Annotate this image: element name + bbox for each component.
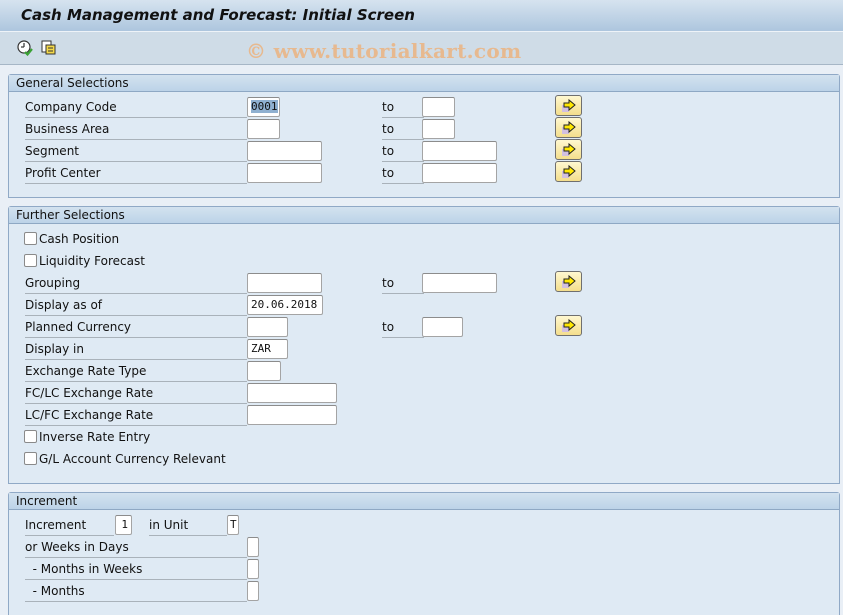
display-in-label: Display in (25, 339, 247, 360)
liquidity-forecast-checkbox[interactable] (24, 254, 37, 267)
increment-label: Increment (25, 515, 114, 536)
company-code-multiple-selection-button[interactable] (555, 95, 582, 116)
business-area-to-input[interactable] (422, 119, 455, 139)
months-input[interactable] (247, 581, 259, 601)
fc-lc-exchange-rate-label: FC/LC Exchange Rate (25, 383, 247, 404)
lc-fc-exchange-rate-input[interactable] (247, 405, 337, 425)
watermark: © www.tutorialkart.com (246, 39, 522, 63)
to-label: to (382, 163, 424, 184)
business-area-from-input[interactable] (247, 119, 280, 139)
grouping-to-input[interactable] (422, 273, 497, 293)
company-code-from-input[interactable]: 0001 (247, 97, 280, 117)
profit-center-label: Profit Center (25, 163, 247, 184)
further-selections-group: Further Selections Cash Position Liquidi… (8, 206, 840, 484)
display-as-of-label: Display as of (25, 295, 247, 316)
liquidity-forecast-label: Liquidity Forecast (39, 254, 145, 268)
grouping-from-input[interactable] (247, 273, 322, 293)
exchange-rate-type-label: Exchange Rate Type (25, 361, 247, 382)
display-in-input[interactable]: ZAR (247, 339, 288, 359)
arrow-right-icon (562, 319, 576, 332)
planned-currency-to-input[interactable] (422, 317, 463, 337)
cash-position-checkbox[interactable] (24, 232, 37, 245)
business-area-label: Business Area (25, 119, 247, 140)
to-label: to (382, 273, 424, 294)
general-selections-group: General Selections Company Code 0001 to … (8, 74, 840, 198)
arrow-right-icon (562, 99, 576, 112)
inverse-rate-entry-checkbox[interactable] (24, 430, 37, 443)
company-code-label: Company Code (25, 97, 247, 118)
page-title: Cash Management and Forecast: Initial Sc… (21, 6, 415, 24)
grouping-multiple-selection-button[interactable] (555, 271, 582, 292)
to-label: to (382, 97, 424, 118)
months-in-weeks-label: - Months in Weeks (25, 559, 247, 580)
application-toolbar: © www.tutorialkart.com (0, 32, 843, 65)
arrow-right-icon (562, 121, 576, 134)
to-label: to (382, 317, 424, 338)
group-title: Increment (9, 493, 839, 510)
arrow-right-icon (562, 165, 576, 178)
lc-fc-exchange-rate-label: LC/FC Exchange Rate (25, 405, 247, 426)
business-area-multiple-selection-button[interactable] (555, 117, 582, 138)
company-code-to-input[interactable] (422, 97, 455, 117)
weeks-in-days-label: or Weeks in Days (25, 537, 247, 558)
gl-account-currency-checkbox-row[interactable]: G/L Account Currency Relevant (24, 449, 244, 469)
title-bar: Cash Management and Forecast: Initial Sc… (0, 0, 843, 32)
display-as-of-input[interactable]: 20.06.2018 (247, 295, 323, 315)
profit-center-to-input[interactable] (422, 163, 497, 183)
to-label: to (382, 119, 424, 140)
in-unit-label: in Unit (149, 515, 227, 536)
copy-variant-icon[interactable] (40, 39, 58, 57)
months-in-weeks-input[interactable] (247, 559, 259, 579)
execute-clock-check-icon[interactable] (16, 39, 34, 57)
in-unit-input[interactable]: T (227, 515, 239, 535)
planned-currency-from-input[interactable] (247, 317, 288, 337)
gl-account-currency-checkbox[interactable] (24, 452, 37, 465)
arrow-right-icon (562, 143, 576, 156)
fc-lc-exchange-rate-input[interactable] (247, 383, 337, 403)
cash-position-checkbox-row[interactable]: Cash Position (24, 229, 224, 249)
months-label: - Months (25, 581, 247, 602)
group-title: General Selections (9, 75, 839, 92)
segment-to-input[interactable] (422, 141, 497, 161)
company-code-from-value: 0001 (251, 100, 278, 113)
planned-currency-multiple-selection-button[interactable] (555, 315, 582, 336)
to-label: to (382, 141, 424, 162)
segment-label: Segment (25, 141, 247, 162)
weeks-in-days-input[interactable] (247, 537, 259, 557)
profit-center-from-input[interactable] (247, 163, 322, 183)
grouping-label: Grouping (25, 273, 247, 294)
segment-multiple-selection-button[interactable] (555, 139, 582, 160)
cash-position-label: Cash Position (39, 232, 120, 246)
segment-from-input[interactable] (247, 141, 322, 161)
planned-currency-label: Planned Currency (25, 317, 247, 338)
gl-account-currency-label: G/L Account Currency Relevant (39, 452, 226, 466)
inverse-rate-entry-checkbox-row[interactable]: Inverse Rate Entry (24, 427, 224, 447)
liquidity-forecast-checkbox-row[interactable]: Liquidity Forecast (24, 251, 224, 271)
exchange-rate-type-input[interactable] (247, 361, 281, 381)
group-title: Further Selections (9, 207, 839, 224)
arrow-right-icon (562, 275, 576, 288)
increment-input[interactable]: 1 (115, 515, 132, 535)
increment-group: Increment Increment 1 in Unit T or Weeks… (8, 492, 840, 615)
inverse-rate-entry-label: Inverse Rate Entry (39, 430, 151, 444)
profit-center-multiple-selection-button[interactable] (555, 161, 582, 182)
